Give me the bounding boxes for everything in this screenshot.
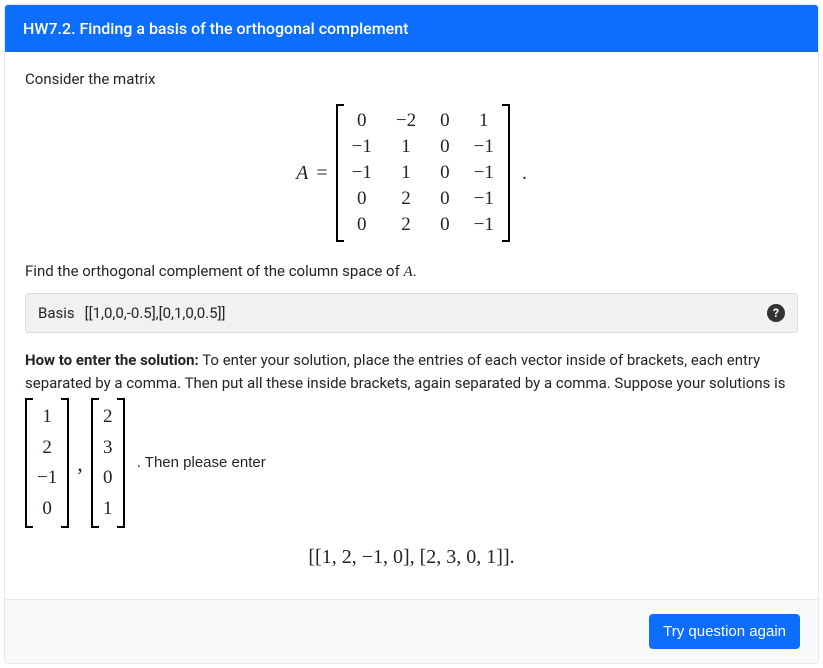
card-header: HW7.2. Finding a basis of the orthogonal… [5, 5, 818, 52]
example-vec1: 1 2 −1 0 [29, 402, 65, 524]
howto-heading: How to enter the solution: [25, 351, 199, 369]
example-vec2: 2 3 0 1 [95, 402, 121, 524]
question-card: HW7.2. Finding a basis of the orthogonal… [4, 4, 819, 664]
card-body: Consider the matrix A = 0−201 −110−1 −11… [5, 52, 818, 599]
answer-label: Basis [38, 304, 75, 322]
matrix-name: A [296, 162, 308, 185]
help-icon[interactable]: ? [767, 304, 785, 322]
vec1-bracket: 1 2 −1 0 [25, 398, 69, 528]
enter-format: [[1, 2, −1, 0], [2, 3, 0, 1]]. [25, 546, 798, 569]
matrix-A: 0−201 −110−1 −110−1 020−1 020−1 [340, 108, 506, 238]
vec-separator: , [75, 447, 85, 480]
vec2-bracket: 2 3 0 1 [91, 398, 125, 528]
matrix-equation: A = 0−201 −110−1 −110−1 020−1 020−1 . [25, 104, 798, 242]
howto-block: How to enter the solution: To enter your… [25, 349, 798, 528]
then-text: . Then please enter [137, 452, 266, 475]
answer-row: Basis [[1,0,0,-0.5],[0,1,0,0.5]] ? [25, 293, 798, 333]
answer-value: [[1,0,0,-0.5],[0,1,0,0.5]] [85, 304, 757, 322]
question-title: HW7.2. Finding a basis of the orthogonal… [23, 19, 408, 38]
card-footer: Try question again [5, 599, 818, 663]
example-vectors: 1 2 −1 0 , 2 3 0 1 . Then ple [25, 398, 798, 528]
matrix-period: . [522, 162, 527, 185]
intro-text: Consider the matrix [25, 70, 798, 88]
equals-sign: = [316, 162, 327, 185]
matrix-bracket: 0−201 −110−1 −110−1 020−1 020−1 [336, 104, 510, 242]
task-text: Find the orthogonal complement of the co… [25, 262, 798, 281]
